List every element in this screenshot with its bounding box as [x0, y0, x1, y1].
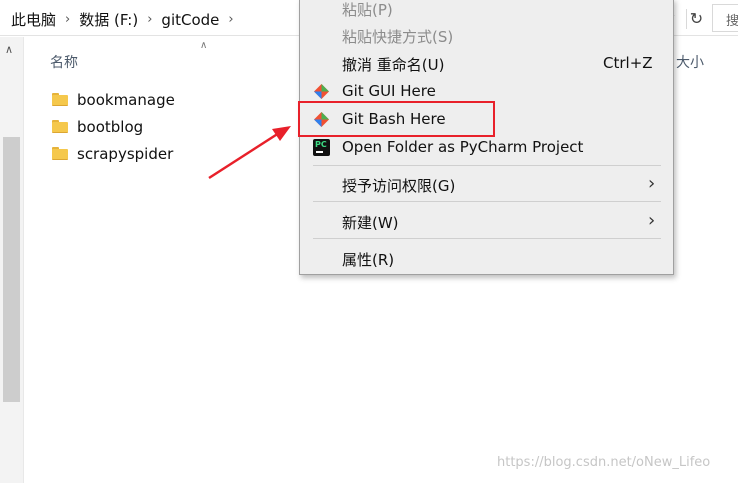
menu-item-open-pycharm[interactable]: PC Open Folder as PyCharm Project: [300, 134, 673, 160]
menu-separator: [313, 238, 661, 239]
watermark: https://blog.csdn.net/oNew_Lifeo: [497, 455, 711, 470]
menu-item-paste-shortcut[interactable]: 粘贴快捷方式(S): [300, 22, 673, 48]
menu-item-paste[interactable]: 粘贴(P): [300, 0, 673, 21]
menu-separator: [313, 201, 661, 202]
shortcut-label: Ctrl+Z: [603, 54, 653, 72]
git-icon: [313, 83, 330, 100]
context-menu: 粘贴(P) 粘贴快捷方式(S) 撤消 重命名(U) Ctrl+Z Git GUI…: [299, 0, 674, 275]
submenu-arrow-icon: ›: [648, 210, 656, 231]
menu-separator: [313, 165, 661, 166]
menu-item-new[interactable]: 新建(W) ›: [300, 208, 673, 234]
menu-item-grant-access[interactable]: 授予访问权限(G) ›: [300, 171, 673, 197]
menu-item-properties[interactable]: 属性(R): [300, 245, 673, 271]
menu-item-undo-rename[interactable]: 撤消 重命名(U) Ctrl+Z: [300, 50, 673, 76]
submenu-arrow-icon: ›: [648, 173, 656, 194]
annotation-highlight-box: [298, 101, 495, 137]
pycharm-icon: PC: [313, 139, 330, 156]
